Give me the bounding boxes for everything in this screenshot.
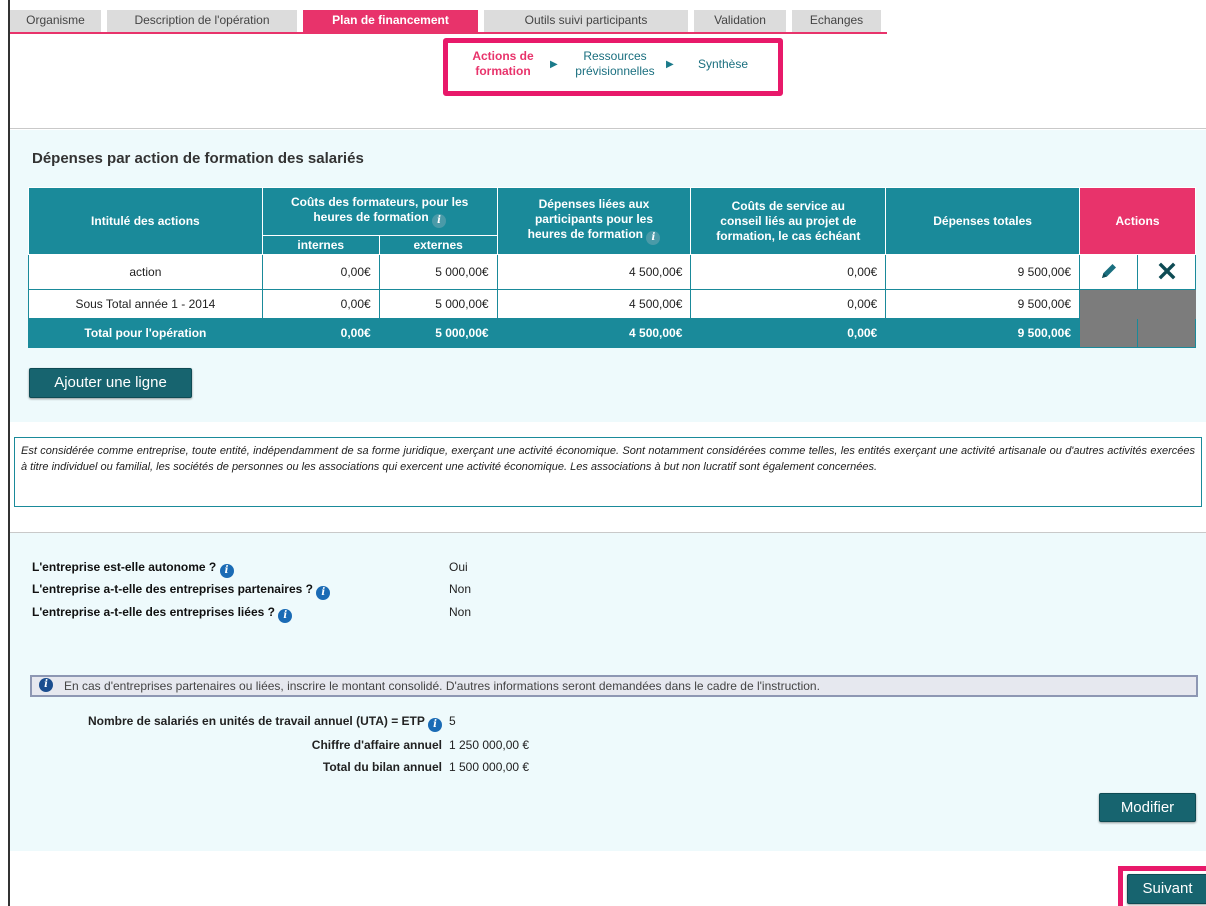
col-header-intitule: Intitulé des actions: [28, 187, 263, 255]
tab-bar: Organisme Description de l'opération Pla…: [10, 10, 887, 32]
question-liees: L'entreprise a-t-elle des entreprises li…: [32, 605, 293, 623]
ca-label: Chiffre d'affaire annuel: [311, 738, 442, 752]
header-text: heures de formation: [527, 227, 643, 241]
header-text: formation, le cas échéant: [716, 228, 861, 243]
step-label: Actions de: [472, 49, 534, 63]
subtotal-row: Sous Total année 1 - 2014 0,00€ 5 000,00…: [28, 289, 1196, 319]
bilan-label: Total du bilan annuel: [322, 760, 442, 774]
cell-externes: 5 000,00€: [378, 254, 498, 290]
expenses-table: Intitulé des actions Coûts des formateur…: [28, 187, 1196, 348]
cell-intitule: Sous Total année 1 - 2014: [28, 289, 263, 319]
field-label: Nombre de salariés en unités de travail …: [88, 714, 425, 728]
answer-partenaires: Non: [449, 582, 472, 596]
col-header-couts-formateurs: Coûts des formateurs, pour les heures de…: [261, 187, 498, 236]
ca-value: 1 250 000,00 €: [449, 738, 530, 752]
step-ressources[interactable]: Ressources prévisionnelles: [560, 49, 670, 79]
empty-cell: [1079, 318, 1138, 348]
cell-internes: 0,00€: [261, 254, 380, 290]
divider: [10, 128, 1206, 129]
empty-cell: [1079, 289, 1138, 319]
step-label: formation: [475, 64, 531, 78]
step-label: Ressources: [583, 49, 647, 63]
step-synthese[interactable]: Synthèse: [688, 57, 758, 72]
col-header-depenses-totales: Dépenses totales: [885, 187, 1081, 255]
total-row: Total pour l'opération 0,00€ 5 000,00€ 4…: [28, 318, 1196, 348]
cell-service: 0,00€: [690, 254, 887, 290]
step-actions-formation[interactable]: Actions de formation: [468, 49, 538, 79]
header-text: Dépenses liées aux: [538, 197, 650, 211]
expenses-panel: Dépenses par action de formation des sal…: [10, 130, 1206, 422]
question-label: L'entreprise est-elle autonome ?: [32, 560, 217, 574]
tab-description[interactable]: Description de l'opération: [107, 10, 303, 32]
tab-outils-suivi[interactable]: Outils suivi participants: [484, 10, 694, 32]
step-label: prévisionnelles: [575, 64, 655, 78]
arrow-right-icon: ▶: [550, 59, 558, 70]
tab-validation[interactable]: Validation: [694, 10, 792, 32]
edit-button[interactable]: [1079, 254, 1138, 290]
cell-intitule: Total pour l'opération: [28, 318, 263, 348]
section-title: Dépenses par action de formation des sal…: [32, 150, 364, 167]
header-text: participants pour les: [534, 212, 653, 226]
empty-cell: [1137, 318, 1196, 348]
company-panel: L'entreprise est-elle autonome ? i Oui L…: [10, 533, 1206, 851]
header-text: Coûts des formateurs, pour les: [290, 195, 469, 209]
cell-internes: 0,00€: [261, 318, 380, 348]
question-label: L'entreprise a-t-elle des entreprises pa…: [32, 582, 313, 596]
answer-autonome: Oui: [449, 560, 468, 574]
answer-liees: Non: [449, 605, 472, 619]
info-icon: i: [39, 678, 53, 692]
cell-total: 9 500,00€: [885, 318, 1081, 348]
enterprise-definition-note: Est considérée comme entreprise, toute e…: [14, 437, 1202, 507]
col-header-actions: Actions: [1079, 187, 1196, 255]
header-text: Coûts de service au: [731, 198, 845, 213]
cell-intitule: action: [28, 254, 263, 290]
arrow-right-icon: ▶: [666, 59, 674, 70]
close-icon: [1158, 262, 1175, 279]
cell-total: 9 500,00€: [885, 289, 1081, 319]
cell-participants: 4 500,00€: [496, 289, 692, 319]
cell-participants: 4 500,00€: [496, 254, 692, 290]
info-icon[interactable]: i: [278, 609, 293, 623]
question-label: L'entreprise a-t-elle des entreprises li…: [32, 605, 275, 619]
next-button[interactable]: Suivant: [1127, 874, 1206, 904]
cell-externes: 5 000,00€: [378, 318, 498, 348]
info-icon[interactable]: i: [432, 214, 447, 228]
add-line-button[interactable]: Ajouter une ligne: [29, 368, 192, 398]
empty-cell: [1137, 289, 1196, 319]
info-banner-text: En cas d'entreprises partenaires ou liée…: [64, 679, 820, 693]
info-icon[interactable]: i: [428, 718, 442, 732]
info-banner: i En cas d'entreprises partenaires ou li…: [30, 675, 1198, 697]
modify-button[interactable]: Modifier: [1099, 793, 1196, 822]
cell-participants: 4 500,00€: [496, 318, 692, 348]
pencil-icon: [1101, 263, 1116, 278]
cell-service: 0,00€: [690, 318, 887, 348]
tab-organisme[interactable]: Organisme: [10, 10, 107, 32]
tab-plan-financement[interactable]: Plan de financement: [303, 10, 484, 32]
info-icon[interactable]: i: [219, 564, 234, 578]
col-header-depenses-participants: Dépenses liées aux participants pour les…: [496, 187, 692, 255]
uta-value: 5: [449, 714, 456, 728]
question-partenaires: L'entreprise a-t-elle des entreprises pa…: [32, 582, 331, 600]
sub-step-navigation: Actions de formation ▶ Ressources prévis…: [443, 38, 783, 96]
cell-externes: 5 000,00€: [378, 289, 498, 319]
info-icon[interactable]: i: [316, 586, 331, 600]
col-header-couts-service: Coûts de service au conseil liés au proj…: [690, 187, 887, 255]
col-header-externes: externes: [378, 235, 498, 255]
delete-button[interactable]: [1137, 254, 1196, 290]
header-text: heures de formation: [313, 210, 429, 224]
col-header-internes: internes: [261, 235, 380, 255]
tabs-underline: [10, 32, 887, 34]
bilan-value: 1 500 000,00 €: [449, 760, 530, 774]
cell-service: 0,00€: [690, 289, 887, 319]
tab-echanges[interactable]: Echanges: [792, 10, 887, 32]
header-text: conseil liés au projet de: [720, 213, 857, 228]
question-autonome: L'entreprise est-elle autonome ? i: [32, 560, 234, 578]
page-frame: Organisme Description de l'opération Pla…: [8, 0, 1206, 906]
cell-internes: 0,00€: [261, 289, 380, 319]
cell-total: 9 500,00€: [885, 254, 1081, 290]
table-row: action 0,00€ 5 000,00€ 4 500,00€ 0,00€ 9…: [28, 254, 1196, 290]
uta-label: Nombre de salariés en unités de travail …: [88, 714, 442, 732]
info-icon[interactable]: i: [646, 231, 661, 245]
